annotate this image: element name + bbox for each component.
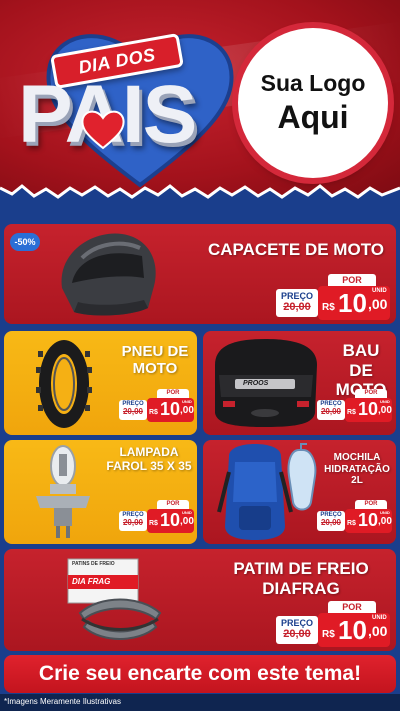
price-cents: ,00 [180, 516, 194, 527]
logo-placeholder: Sua Logo Aqui [238, 28, 388, 178]
cta-button[interactable]: Crie seu encarte com este tema! [4, 655, 396, 693]
red-heart-icon [81, 110, 125, 150]
product-title: PNEU DE MOTO [121, 343, 189, 378]
discount-badge: -50% [10, 233, 40, 251]
new-price-box: R$ 10 ,00 UNID [147, 509, 194, 533]
product-card-lampada[interactable]: LAMPADA FAROL 35 X 35 POR PREÇO 20,00 R$… [4, 440, 197, 544]
header: DIA DOS PAIS Sua Logo Aqui [0, 0, 400, 195]
currency: R$ [322, 302, 335, 313]
old-price: 20,00 [320, 518, 342, 527]
cta-label: Crie seu encarte com este tema! [38, 662, 362, 685]
preco-box: PREÇO 20,00 [317, 400, 345, 420]
price-tag: POR PREÇO 20,00 R$ 10 ,00 UNID [317, 500, 392, 534]
new-price-box: R$ 10 ,00 UNID [345, 509, 392, 533]
price-cents: ,00 [368, 296, 388, 312]
new-price-box: R$ 10 ,00 UNID [318, 286, 390, 320]
price-tag: POR PREÇO 20,00 R$ 10 ,00 UNID [119, 389, 194, 423]
price-tag: POR PREÇO 20,00 R$ 10 ,00 UNID [317, 389, 392, 423]
brake-pad-icon [67, 558, 162, 640]
preco-box: PREÇO 20,00 [317, 511, 345, 531]
price-tag: POR PREÇO 20,00 R$ 10 ,00 UNID [276, 274, 390, 320]
currency: R$ [347, 520, 356, 527]
price-cents: ,00 [378, 405, 392, 416]
brand-label: PROOS [243, 380, 269, 387]
logo-line-1: Sua Logo [260, 70, 366, 96]
bulb-icon [36, 445, 90, 538]
product-card-capacete[interactable]: CAPACETE DE MOTO POR PREÇO 20,00 R$ 10 ,… [4, 224, 396, 324]
currency: R$ [149, 409, 158, 416]
product-title: PATIM DE FREIO DIAFRAG [233, 559, 369, 598]
price-tag: POR PREÇO 20,00 R$ 10 ,00 UNID [119, 500, 194, 534]
old-price: 20,00 [122, 407, 144, 416]
por-label: POR [157, 500, 189, 509]
unit: UNID [380, 399, 390, 404]
preco-box: PREÇO 20,00 [276, 616, 318, 644]
backpack-icon [217, 443, 317, 540]
old-price: 20,00 [320, 407, 342, 416]
price-tag: POR PREÇO 20,00 R$ 10 ,00 UNID [276, 601, 390, 647]
unit: UNID [182, 399, 192, 404]
new-price-box: R$ 10 ,00 UNID [147, 398, 194, 422]
footnote: *Imagens Meramente Ilustrativas [4, 697, 121, 706]
unit: UNID [182, 510, 192, 515]
price-cents: ,00 [368, 623, 388, 639]
preco-label: PREÇO [280, 618, 313, 628]
por-label: POR [328, 274, 376, 286]
unit: UNID [372, 288, 387, 294]
preco-box: PREÇO 20,00 [119, 400, 147, 420]
product-title: MOCHILA HIDRATAÇÃO 2L [324, 452, 390, 486]
por-label: POR [355, 389, 387, 398]
price-int: 10 [338, 615, 367, 645]
old-price: 20,00 [283, 301, 311, 313]
unit: UNID [372, 615, 387, 621]
price-cents: ,00 [180, 405, 194, 416]
old-price: 20,00 [283, 628, 311, 640]
currency: R$ [347, 409, 356, 416]
unit: UNID [380, 510, 390, 515]
por-label: POR [328, 601, 376, 613]
logo-line-2: Aqui [277, 99, 349, 135]
price-cents: ,00 [378, 516, 392, 527]
preco-box: PREÇO 20,00 [119, 511, 147, 531]
product-card-bau[interactable]: PROOS BAU DE MOTO POR PREÇO 20,00 R$ 10 … [203, 331, 396, 435]
preco-label: PREÇO [280, 291, 313, 301]
product-card-patim[interactable]: PATINS DE FREIO DIA FRAG PATIM DE FREIO … [4, 549, 396, 651]
price-int: 10 [358, 399, 379, 419]
currency: R$ [322, 629, 335, 640]
box-text: PATINS DE FREIO [72, 561, 115, 567]
price-int: 10 [358, 510, 379, 530]
por-label: POR [157, 389, 189, 398]
product-title: CAPACETE DE MOTO [208, 240, 384, 259]
tire-icon [36, 340, 92, 428]
helmet-icon [61, 233, 156, 316]
product-card-pneu[interactable]: PNEU DE MOTO POR PREÇO 20,00 R$ 10 ,00 U… [4, 331, 197, 435]
product-title: LAMPADA FAROL 35 X 35 [106, 445, 192, 473]
new-price-box: R$ 10 ,00 UNID [345, 398, 392, 422]
torn-edge [0, 184, 400, 210]
box-brand: DIA FRAG [72, 577, 111, 586]
new-price-box: R$ 10 ,00 UNID [318, 613, 390, 647]
preco-box: PREÇO 20,00 [276, 289, 318, 317]
price-int: 10 [160, 510, 181, 530]
product-card-mochila[interactable]: MOCHILA HIDRATAÇÃO 2L POR PREÇO 20,00 R$… [203, 440, 396, 544]
price-int: 10 [160, 399, 181, 419]
por-label: POR [355, 500, 387, 509]
price-int: 10 [338, 288, 367, 318]
old-price: 20,00 [122, 518, 144, 527]
currency: R$ [149, 520, 158, 527]
